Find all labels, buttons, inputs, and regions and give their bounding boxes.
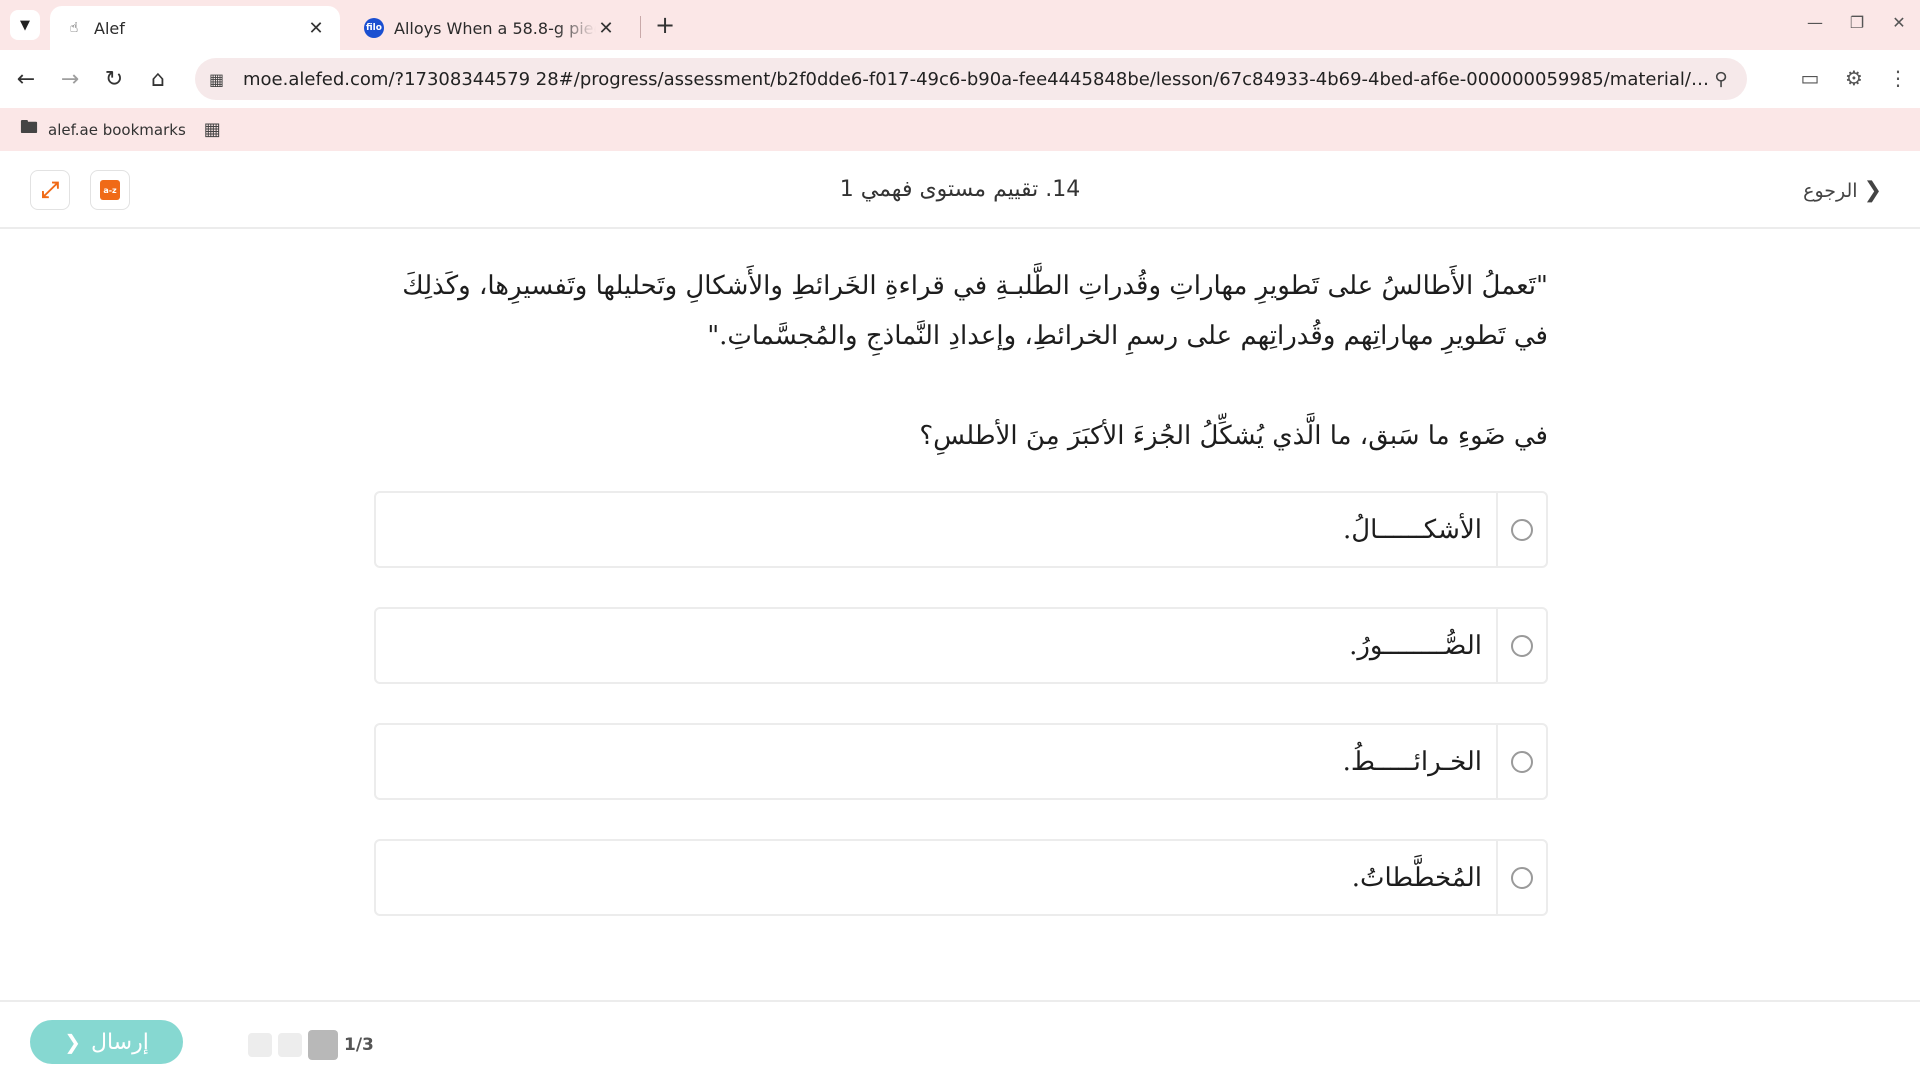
radio-button[interactable] — [1511, 866, 1533, 889]
tab-separator — [640, 16, 641, 38]
radio-button[interactable] — [1511, 518, 1533, 541]
page-title: 14. تقييم مستوى فهمي 1 — [839, 177, 1081, 202]
bookmark-folder[interactable]: alef.ae bookmarks — [48, 121, 186, 139]
arrow-left-icon: ← — [16, 66, 36, 92]
back-label: الرجوع — [1803, 179, 1858, 202]
chevron-down-icon: ▼ — [20, 17, 30, 33]
site-info-icon[interactable]: ▦ — [209, 70, 229, 89]
assessment-content: "تَعملُ الأَطالسُ على تَطويرِ مهاراتِ وق… — [0, 231, 1920, 1000]
progress-step[interactable] — [248, 1033, 272, 1057]
reload-icon: ↻ — [104, 66, 124, 92]
option-label: المُخطَّطاتُ. — [1351, 862, 1482, 893]
close-icon[interactable]: ✕ — [306, 18, 326, 39]
tab-search-button[interactable]: ▼ — [10, 10, 40, 40]
answer-option-4[interactable]: المُخطَّطاتُ. — [374, 839, 1548, 916]
reload-button[interactable]: ↻ — [96, 61, 132, 97]
progress-step[interactable] — [278, 1033, 302, 1057]
toolbar-actions: ▭ ⚙ ⋮ — [1788, 60, 1920, 96]
forward-button[interactable]: → — [52, 61, 88, 97]
folder-icon: 🖿 — [20, 116, 38, 138]
minimize-icon[interactable]: — — [1794, 0, 1836, 44]
url-text[interactable]: moe.alefed.com/?17308344579 28#/progress… — [243, 69, 1709, 90]
cast-icon[interactable]: ▭ — [1788, 60, 1832, 96]
option-label: الصُّــــــــورُ. — [1349, 630, 1482, 661]
hand-icon: ☝ — [69, 20, 79, 36]
question-passage: "تَعملُ الأَطالسُ على تَطويرِ مهاراتِ وق… — [402, 271, 1548, 351]
answer-option-3[interactable]: الخـرائـــــطُ. — [374, 723, 1548, 800]
bookmarks-bar: 🖿 alef.ae bookmarks ▦ — [0, 108, 1920, 151]
chevron-left-icon: ❮ — [1863, 178, 1882, 203]
apps-grid-icon[interactable]: ▦ — [204, 119, 221, 140]
question-text: في ضَوءِ ما سَبق، ما الَّذي يُشكِّلُ الج… — [919, 421, 1548, 451]
option-label: الأشكــــــالُ. — [1343, 514, 1482, 545]
restore-icon[interactable]: ❐ — [1836, 0, 1878, 44]
tab-title: Alloys When a 58.8-g piece of h — [394, 18, 596, 38]
filo-icon: filo — [364, 18, 384, 38]
tab-title: Alef — [94, 18, 125, 38]
app-header: ⤢ a-z 14. تقييم مستوى فهمي 1 ❮ الرجوع — [0, 151, 1920, 229]
tab-strip: ▼ ☝ Alef ✕ filo Alloys When a 58.8-g pie… — [0, 0, 1920, 50]
radio-cell[interactable] — [1496, 609, 1546, 682]
answer-option-1[interactable]: الأشكــــــالُ. — [374, 491, 1548, 568]
submit-button[interactable]: إرسال ❮ — [30, 1020, 183, 1064]
window-controls: — ❐ ✕ — [1794, 0, 1920, 44]
back-link[interactable]: ❮ الرجوع — [1803, 178, 1882, 203]
close-window-icon[interactable]: ✕ — [1878, 0, 1920, 44]
browser-toolbar: ← → ↻ ⌂ ▦ moe.alefed.com/?17308344579 28… — [0, 50, 1920, 108]
close-icon[interactable]: ✕ — [596, 18, 616, 39]
extensions-icon[interactable]: ⚙ — [1832, 60, 1876, 96]
progress-step-current[interactable] — [308, 1030, 338, 1060]
assessment-footer: إرسال ❮ 1/3 — [0, 1000, 1920, 1080]
plus-icon: + — [654, 11, 676, 39]
location-pin-icon[interactable]: ⚲ — [1709, 69, 1733, 90]
answer-option-2[interactable]: الصُّــــــــورُ. — [374, 607, 1548, 684]
submit-label: إرسال — [90, 1029, 149, 1055]
back-button[interactable]: ← — [8, 61, 44, 97]
option-label: الخـرائـــــطُ. — [1342, 746, 1482, 777]
chevron-left-icon: ❮ — [64, 1030, 81, 1054]
progress-count: 1/3 — [344, 1035, 374, 1055]
tab-alef[interactable]: ☝ Alef ✕ — [50, 6, 340, 50]
radio-button[interactable] — [1511, 750, 1533, 773]
address-bar[interactable]: ▦ moe.alefed.com/?17308344579 28#/progre… — [195, 58, 1747, 100]
radio-cell[interactable] — [1496, 725, 1546, 798]
browser-chrome: ▼ ☝ Alef ✕ filo Alloys When a 58.8-g pie… — [0, 0, 1920, 151]
home-button[interactable]: ⌂ — [140, 61, 176, 97]
new-tab-button[interactable]: + — [650, 10, 680, 40]
radio-button[interactable] — [1511, 634, 1533, 657]
tab-alloys[interactable]: filo Alloys When a 58.8-g piece of h ✕ — [350, 6, 630, 50]
home-icon: ⌂ — [151, 66, 165, 92]
arrow-right-icon: → — [60, 66, 80, 92]
radio-cell[interactable] — [1496, 841, 1546, 914]
radio-cell[interactable] — [1496, 493, 1546, 566]
answer-options: الأشكــــــالُ. الصُّــــــــورُ. الخـرا… — [374, 491, 1548, 955]
question-progress: 1/3 — [248, 1030, 374, 1060]
more-menu-icon[interactable]: ⋮ — [1876, 60, 1920, 96]
